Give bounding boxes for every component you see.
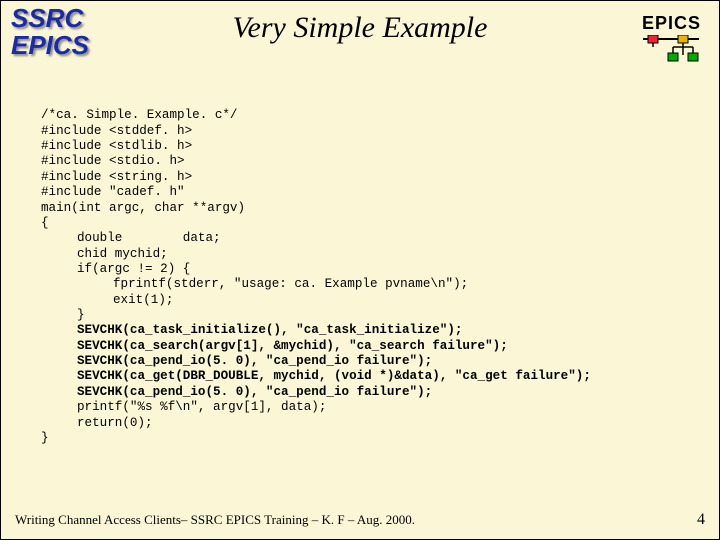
code-line: if(argc != 2) { bbox=[41, 262, 190, 277]
code-line: #include "cadef. h" bbox=[41, 185, 185, 199]
code-line: fprintf(stderr, "usage: ca. Example pvna… bbox=[41, 277, 468, 292]
page-number: 4 bbox=[697, 511, 705, 529]
code-line: printf("%s %f\n", argv[1], data); bbox=[41, 400, 326, 415]
code-line: SEVCHK(ca_get(DBR_DOUBLE, mychid, (void … bbox=[41, 369, 591, 384]
code-line: /*ca. Simple. Example. c*/ bbox=[41, 108, 238, 122]
code-line: double data; bbox=[41, 231, 221, 246]
code-line: exit(1); bbox=[41, 293, 173, 308]
code-line: main(int argc, char **argv) bbox=[41, 201, 245, 215]
code-line: SEVCHK(ca_pend_io(5. 0), "ca_pend_io fai… bbox=[41, 354, 432, 369]
code-line: #include <stddef. h> bbox=[41, 124, 192, 138]
footer-text: Writing Channel Access Clients– SSRC EPI… bbox=[15, 512, 415, 528]
code-line: #include <stdlib. h> bbox=[41, 139, 192, 153]
header: SSRC EPICS Very Simple Example EPICS bbox=[1, 1, 719, 81]
code-block: /*ca. Simple. Example. c*/ #include <std… bbox=[41, 93, 591, 446]
code-line: } bbox=[41, 308, 85, 323]
code-line: return(0); bbox=[41, 416, 153, 431]
code-line: SEVCHK(ca_pend_io(5. 0), "ca_pend_io fai… bbox=[41, 385, 432, 400]
code-line: SEVCHK(ca_task_initialize(), "ca_task_in… bbox=[41, 323, 462, 338]
code-line: SEVCHK(ca_search(argv[1], &mychid), "ca_… bbox=[41, 339, 508, 354]
epics-label: EPICS bbox=[642, 13, 701, 34]
footer: Writing Channel Access Clients– SSRC EPI… bbox=[15, 511, 705, 529]
code-line: chid mychid; bbox=[41, 247, 168, 262]
code-line: #include <string. h> bbox=[41, 170, 192, 184]
code-line: { bbox=[41, 216, 49, 230]
code-line: } bbox=[41, 431, 49, 445]
epics-ioc-icon bbox=[641, 35, 701, 63]
slide-title: Very Simple Example bbox=[1, 11, 719, 45]
code-line: #include <stdio. h> bbox=[41, 154, 185, 168]
